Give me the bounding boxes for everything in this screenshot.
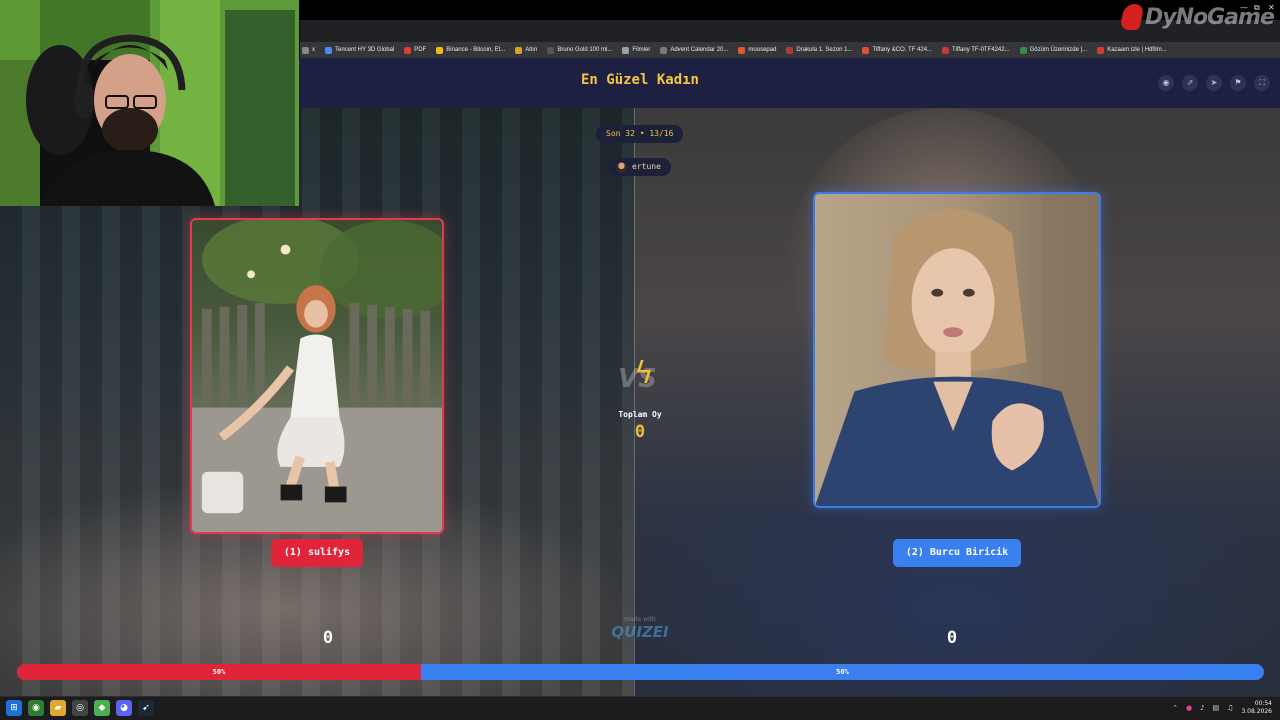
bookmark-item[interactable]: Altın: [515, 46, 538, 54]
bookmark-label: Bruno Gold 100 ml...: [557, 47, 613, 53]
streamer-webcam-image: [0, 0, 299, 206]
contestant-2-vote-button[interactable]: (2) Burcu Biricik: [893, 539, 1021, 567]
share-icon[interactable]: ⇗: [1182, 75, 1198, 91]
bookmark-item[interactable]: Advent Calendar 20...: [660, 46, 729, 54]
bookmark-favicon-icon: [436, 46, 444, 54]
bookmarks-bar: x Tencent HY 3D Global PDF Binance - Bitcoi…: [300, 42, 1280, 58]
contestant-1-percent: 50%: [212, 668, 226, 676]
bookmark-item[interactable]: Kazaam izle | Hdfilm...: [1097, 46, 1167, 54]
bookmark-label: Altın: [525, 47, 538, 53]
obs-icon[interactable]: ◎: [72, 700, 88, 716]
taskbar-apps: ⊞ ◉ ▰ ◎ ◆ ◕ ➹: [6, 700, 154, 716]
bookmark-favicon-icon: [660, 46, 668, 54]
contestant-2-photo: [815, 194, 1099, 506]
vs-badge: VS ϟ: [614, 356, 666, 396]
total-votes-label: Toplam Oy: [618, 410, 662, 419]
clock[interactable]: 00:54 3.08.2026: [1241, 700, 1272, 716]
android-studio-icon[interactable]: ◆: [94, 700, 110, 716]
eye-icon[interactable]: ◉: [1158, 75, 1174, 91]
contestant-1-vote-count: 0: [322, 628, 334, 648]
send-icon[interactable]: ➤: [1206, 75, 1222, 91]
windows-taskbar: ⊞ ◉ ▰ ◎ ◆ ◕ ➹ ⌃ ● ♪ ▤ ♫ 00:54 3.08.2026: [0, 696, 1280, 720]
vote-progress-bar: 50% 50%: [17, 664, 1264, 680]
bookmark-favicon-icon: [786, 46, 794, 54]
contestant-1-photo: [192, 220, 442, 532]
bookmark-favicon-icon: [942, 46, 950, 54]
bookmark-favicon-icon: [302, 46, 309, 54]
made-with-label: made with: [624, 616, 656, 623]
system-tray: ⌃ ● ♪ ▤ ♫ 00:54 3.08.2026: [1172, 700, 1272, 716]
bookmark-favicon-icon: [325, 46, 332, 54]
discord-icon[interactable]: ◕: [116, 700, 132, 716]
bookmark-label: Binance - Bitcoin, Et...: [446, 47, 506, 53]
streamer-watermark: DyNoGame: [1119, 2, 1275, 32]
bookmark-item[interactable]: Tiffany &CO. TF 424...: [862, 46, 933, 54]
notification-app-icon[interactable]: ●: [1186, 704, 1192, 712]
bookmark-item[interactable]: Tiffany TF-0TF4242...: [942, 46, 1010, 54]
contestant-1-card[interactable]: [190, 218, 444, 534]
lightning-icon: ϟ: [634, 356, 654, 391]
bookmark-label: Tiffany &CO. TF 424...: [872, 47, 933, 53]
clock-date: 3.08.2026: [1241, 708, 1272, 715]
bookmark-favicon-icon: [862, 46, 870, 54]
windows-start-icon[interactable]: ⊞: [6, 700, 22, 716]
bookmark-item[interactable]: PDF: [404, 46, 427, 54]
bookmark-label: x: [312, 47, 315, 53]
bookmark-label: Kazaam izle | Hdfilm...: [1107, 47, 1167, 53]
contestant-1-vote-button[interactable]: (1) sulifys: [271, 539, 363, 567]
webcam-overlay: [0, 0, 299, 206]
fullscreen-icon[interactable]: ⛶: [1254, 75, 1270, 91]
contestant-2-card[interactable]: [813, 192, 1101, 508]
network-icon[interactable]: ▤: [1213, 704, 1220, 712]
bookmark-favicon-icon: [1019, 46, 1027, 54]
header-actions: ◉ ⇗ ➤ ⚑ ⛶: [1158, 75, 1270, 91]
bookmark-item[interactable]: mousepad: [738, 46, 777, 54]
file-explorer-icon[interactable]: ▰: [50, 700, 66, 716]
bookmark-label: mousepad: [748, 47, 777, 53]
username: ertune: [632, 162, 661, 171]
total-votes-value: 0: [634, 422, 646, 442]
bookmark-label: Tiffany TF-0TF4242...: [952, 47, 1010, 53]
bookmark-favicon-icon: [1097, 46, 1105, 54]
bookmark-favicon-icon: [547, 46, 555, 54]
quizei-logo: QUIZEI: [611, 623, 669, 641]
bookmark-item[interactable]: Drakula 1. Sezon 1...: [786, 46, 853, 54]
steam-icon[interactable]: ➹: [138, 700, 154, 716]
bookmark-label: PDF: [414, 47, 427, 53]
volume-icon[interactable]: ♫: [1227, 704, 1233, 712]
user-badge[interactable]: ertune: [608, 158, 671, 176]
chrome-icon[interactable]: ◉: [28, 700, 44, 716]
bookmark-item[interactable]: Binance - Bitcoin, Et...: [436, 46, 506, 54]
tray-chevron-icon[interactable]: ⌃: [1172, 704, 1178, 712]
round-indicator: Son 32 • 13/16: [596, 125, 684, 143]
bookmark-label: Filmler: [632, 47, 651, 53]
bookmark-item[interactable]: Bruno Gold 100 ml...: [547, 46, 613, 54]
bookmark-item[interactable]: Tencent HY 3D Global: [325, 46, 395, 54]
clock-time: 00:54: [1254, 700, 1272, 707]
dynogame-logo-icon: [1119, 4, 1145, 30]
bookmark-favicon-icon: [404, 46, 412, 54]
bookmark-item[interactable]: Filmler: [622, 46, 651, 54]
screen: — ⧉ ✕ ☆ ⧠ ◑ ⋮ xTencent HY 3D GlobalPDFBi…: [0, 0, 1280, 720]
watermark-text: DyNoGame: [1145, 4, 1275, 30]
contestant-2-vote-count: 0: [946, 628, 958, 648]
avatar: [616, 161, 627, 173]
contestant-2-percent: 50%: [836, 668, 849, 676]
bookmark-label: Tencent HY 3D Global: [335, 47, 395, 53]
microphone-icon[interactable]: ♪: [1200, 704, 1204, 712]
bookmark-favicon-icon: [515, 46, 523, 54]
bookmark-favicon-icon: [738, 46, 746, 54]
center-divider: [634, 108, 635, 696]
bookmark-label: Advent Calendar 20...: [670, 47, 729, 53]
bookmark-favicon-icon: [622, 46, 630, 54]
flag-icon[interactable]: ⚑: [1230, 75, 1246, 91]
bookmark-label: Gözüm Üzerinizde |...: [1029, 47, 1088, 53]
bookmark-item[interactable]: x: [302, 46, 315, 54]
bookmark-label: Drakula 1. Sezon 1...: [796, 47, 853, 53]
bookmark-item[interactable]: Gözüm Üzerinizde |...: [1019, 46, 1088, 54]
made-with-quizei[interactable]: made with QUIZEI: [600, 616, 680, 641]
